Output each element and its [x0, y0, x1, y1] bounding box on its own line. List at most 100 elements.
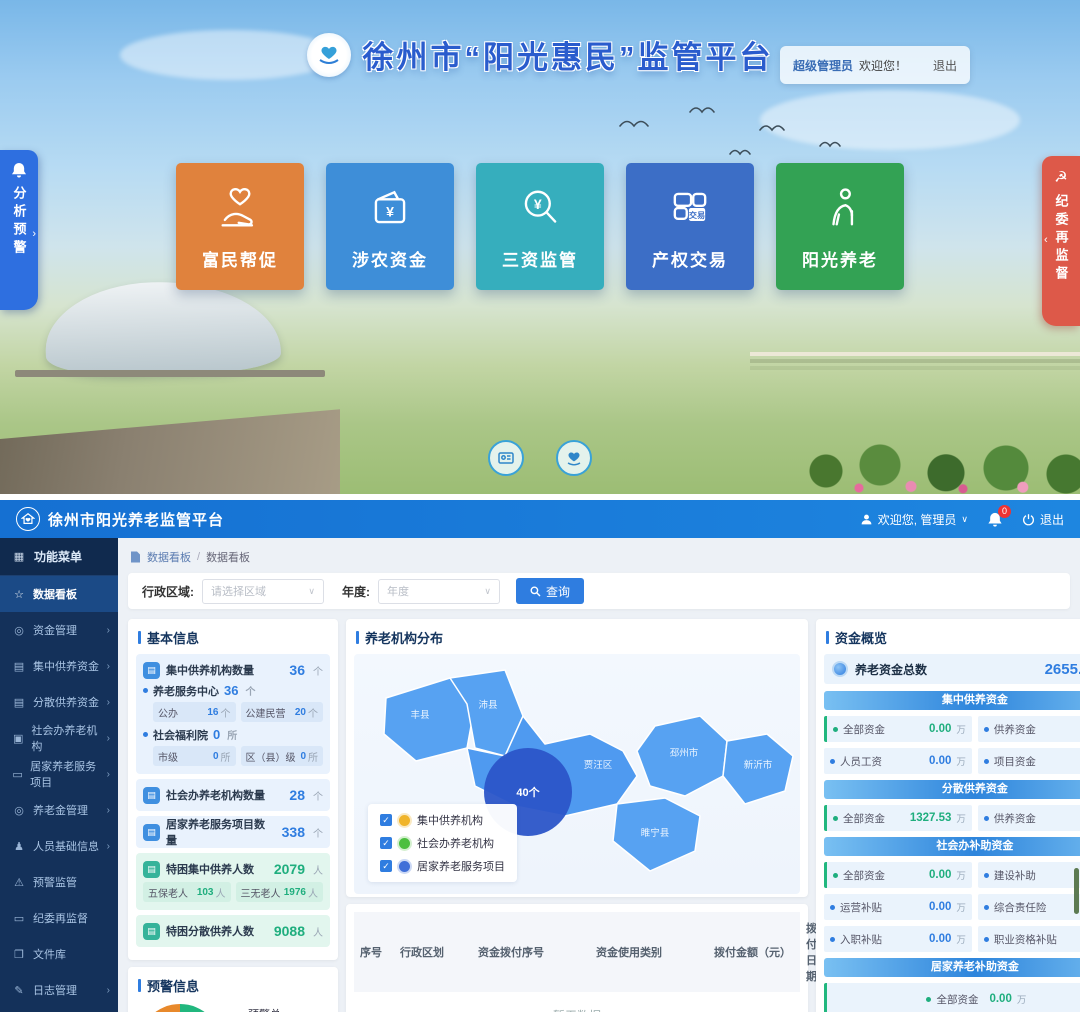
checkbox-checked[interactable]: ✓	[380, 860, 392, 872]
svg-text:贾汪区: 贾汪区	[584, 759, 613, 771]
total-funds-row: 养老资金总数 2655.06 万	[824, 654, 1080, 684]
chevron-right-icon: ›	[107, 661, 110, 672]
scrollbar-thumb[interactable]	[1074, 868, 1079, 914]
sidebar-item-dashboard[interactable]: ☆数据看板	[0, 576, 118, 612]
platform-logo-icon	[307, 33, 351, 77]
certificate-button[interactable]	[488, 440, 524, 476]
dot-icon	[830, 905, 835, 910]
chevron-right-icon: ›	[32, 228, 36, 240]
target-icon	[832, 661, 848, 677]
museum-building	[43, 278, 281, 378]
doc-icon: ▤	[143, 824, 160, 841]
fund-cell: 建设补助0.00万	[978, 862, 1080, 888]
checkbox-checked[interactable]: ✓	[380, 837, 392, 849]
tile-label: 阳光养老	[802, 246, 878, 271]
year-select[interactable]: 年度∨	[378, 579, 500, 604]
chevron-right-icon: ›	[107, 697, 110, 708]
fund-cell: 职业资格补贴0.00万	[978, 926, 1080, 952]
sidebar-item-personnel-info[interactable]: ♟人员基础信息›	[0, 828, 118, 864]
col-header: 资金拨付序号	[472, 912, 590, 992]
tab-label: 纪委再监督	[1052, 194, 1071, 284]
power-icon	[1022, 513, 1035, 526]
legend-dot-icon	[399, 815, 410, 826]
chevron-right-icon: ›	[107, 805, 110, 816]
user-menu[interactable]: 欢迎您, 管理员 ∨	[860, 511, 968, 528]
dot-icon	[984, 816, 989, 821]
fund-cell: 综合责任险0.00万	[978, 894, 1080, 920]
map-legend: ✓ 集中供养机构 ✓ 社会办养老机构 ✓ 居家养老服务项目	[368, 804, 517, 882]
sidebar-item-social-eldercare-orgs[interactable]: ▣社会办养老机构›	[0, 720, 118, 756]
query-button[interactable]: 查询	[516, 578, 584, 604]
logout-button[interactable]: 退出	[1022, 511, 1064, 528]
analysis-warning-tab[interactable]: 分析预警 ›	[0, 150, 38, 310]
dot-icon	[984, 905, 989, 910]
notifications-button[interactable]: 0	[988, 512, 1002, 527]
tile-label: 涉农资金	[352, 246, 428, 271]
col-header: 序号	[354, 912, 394, 992]
sidebar-item-discipline-supervision[interactable]: ▭纪委再监督	[0, 900, 118, 936]
legend-dot-icon	[399, 861, 410, 872]
stat-chip: 区（县）级0所	[241, 746, 324, 766]
hero-user-box: 超级管理员 欢迎您！ 退出	[780, 46, 970, 84]
legend-home-projects: ✓ 居家养老服务项目	[380, 858, 505, 874]
tile-enrich-people[interactable]: 富民帮促	[176, 163, 304, 290]
tile-label: 富民帮促	[202, 246, 278, 271]
folder-icon: ▤	[12, 660, 26, 673]
region-filter-label: 行政区域:	[142, 583, 194, 600]
svg-text:丰县: 丰县	[410, 709, 429, 721]
sidebar-item-system-mgmt[interactable]: ⚙系统管理›	[0, 1008, 118, 1012]
col-header: 资金使用类别	[590, 912, 708, 992]
sidebar-item-fund-mgmt[interactable]: ◎资金管理›	[0, 612, 118, 648]
sidebar-item-log-mgmt[interactable]: ✎日志管理›	[0, 972, 118, 1008]
breadcrumb-root[interactable]: 数据看板	[147, 549, 191, 565]
discipline-supervision-tab[interactable]: ☭ 纪委再监督 ‹	[1042, 156, 1080, 326]
svg-text:¥: ¥	[534, 196, 542, 212]
org-distribution-panel: 养老机构分布 丰县 沛县	[346, 619, 808, 897]
hero-logout-button[interactable]: 退出	[933, 57, 957, 74]
xuzhou-map[interactable]: 丰县 沛县 贾汪区 邳州市 新沂市 睢宁县 40个 ✓	[354, 654, 800, 894]
region-select[interactable]: 请选择区域∨	[202, 579, 324, 604]
checkbox-checked[interactable]: ✓	[380, 814, 392, 826]
file-icon: ❐	[12, 948, 26, 961]
birds-decoration	[610, 100, 890, 170]
dot-icon	[143, 732, 148, 737]
sidebar-item-centralized-funds[interactable]: ▤集中供养资金›	[0, 648, 118, 684]
warning-donut-chart	[138, 1004, 222, 1012]
tile-agriculture-funds[interactable]: ¥ 涉农资金	[326, 163, 454, 290]
svg-text:睢宁县: 睢宁县	[641, 827, 670, 839]
dashboard-header: 徐州市阳光养老监管平台 欢迎您, 管理员 ∨ 0 退出	[0, 500, 1080, 538]
tile-sunshine-eldercare[interactable]: 阳光养老	[776, 163, 904, 290]
sidebar-item-pension-mgmt[interactable]: ◎养老金管理›	[0, 792, 118, 828]
warning-stat-total: 预警总数 0 条	[232, 1006, 328, 1012]
stat-card-centralized-orgs: ▤ 集中供养机构数量 36 个 养老服务中心 36 个 公办16个 公建民营20…	[136, 654, 330, 774]
panel-title: 资金概览	[816, 619, 1080, 654]
section-header-home-subsidy: 居家养老补助资金	[824, 958, 1080, 977]
sidebar-item-home-care-projects[interactable]: ▭居家养老服务项目›	[0, 756, 118, 792]
care-service-button[interactable]	[556, 440, 592, 476]
heart-hands-icon	[564, 448, 584, 468]
logout-label: 退出	[1040, 511, 1064, 528]
funds-table: 序号 行政区划 资金拨付序号 资金使用类别 拨付金额（元） 拨付日期 暂无数据	[354, 912, 800, 1012]
hero-circle-buttons	[488, 440, 592, 476]
stat-card-decentralized-persons: ▤ 特困分散供养人数 9088 人	[136, 915, 330, 947]
section-header-social-subsidy: 社会办补助资金	[824, 837, 1080, 856]
dashboard-title: 徐州市阳光养老监管平台	[48, 509, 224, 530]
sidebar-item-file-library[interactable]: ❐文件库	[0, 936, 118, 972]
dot-icon	[984, 937, 989, 942]
sidebar-item-decentralized-funds[interactable]: ▤分散供养资金›	[0, 684, 118, 720]
stat-chip: 五保老人103人	[143, 882, 231, 902]
sidebar-item-warning-supervision[interactable]: ⚠预警监管	[0, 864, 118, 900]
bell-icon	[11, 162, 27, 178]
alert-icon: ⚠	[12, 876, 26, 889]
tile-three-assets[interactable]: ¥ 三资监管	[476, 163, 604, 290]
legend-centralized-orgs: ✓ 集中供养机构	[380, 812, 505, 828]
fund-cell: 供养资金0.00万	[978, 716, 1080, 742]
doc-icon: ▤	[143, 787, 160, 804]
tab-label: 分析预警	[10, 186, 29, 258]
filter-bar: 行政区域: 请选择区域∨ 年度: 年度∨ 查询	[128, 573, 1070, 609]
building-icon: ▣	[12, 732, 24, 745]
legend-social-orgs: ✓ 社会办养老机构	[380, 835, 505, 851]
tile-property-trade[interactable]: 交易 产权交易	[626, 163, 754, 290]
chevron-right-icon: ›	[107, 985, 110, 996]
breadcrumb-separator: /	[197, 551, 200, 563]
